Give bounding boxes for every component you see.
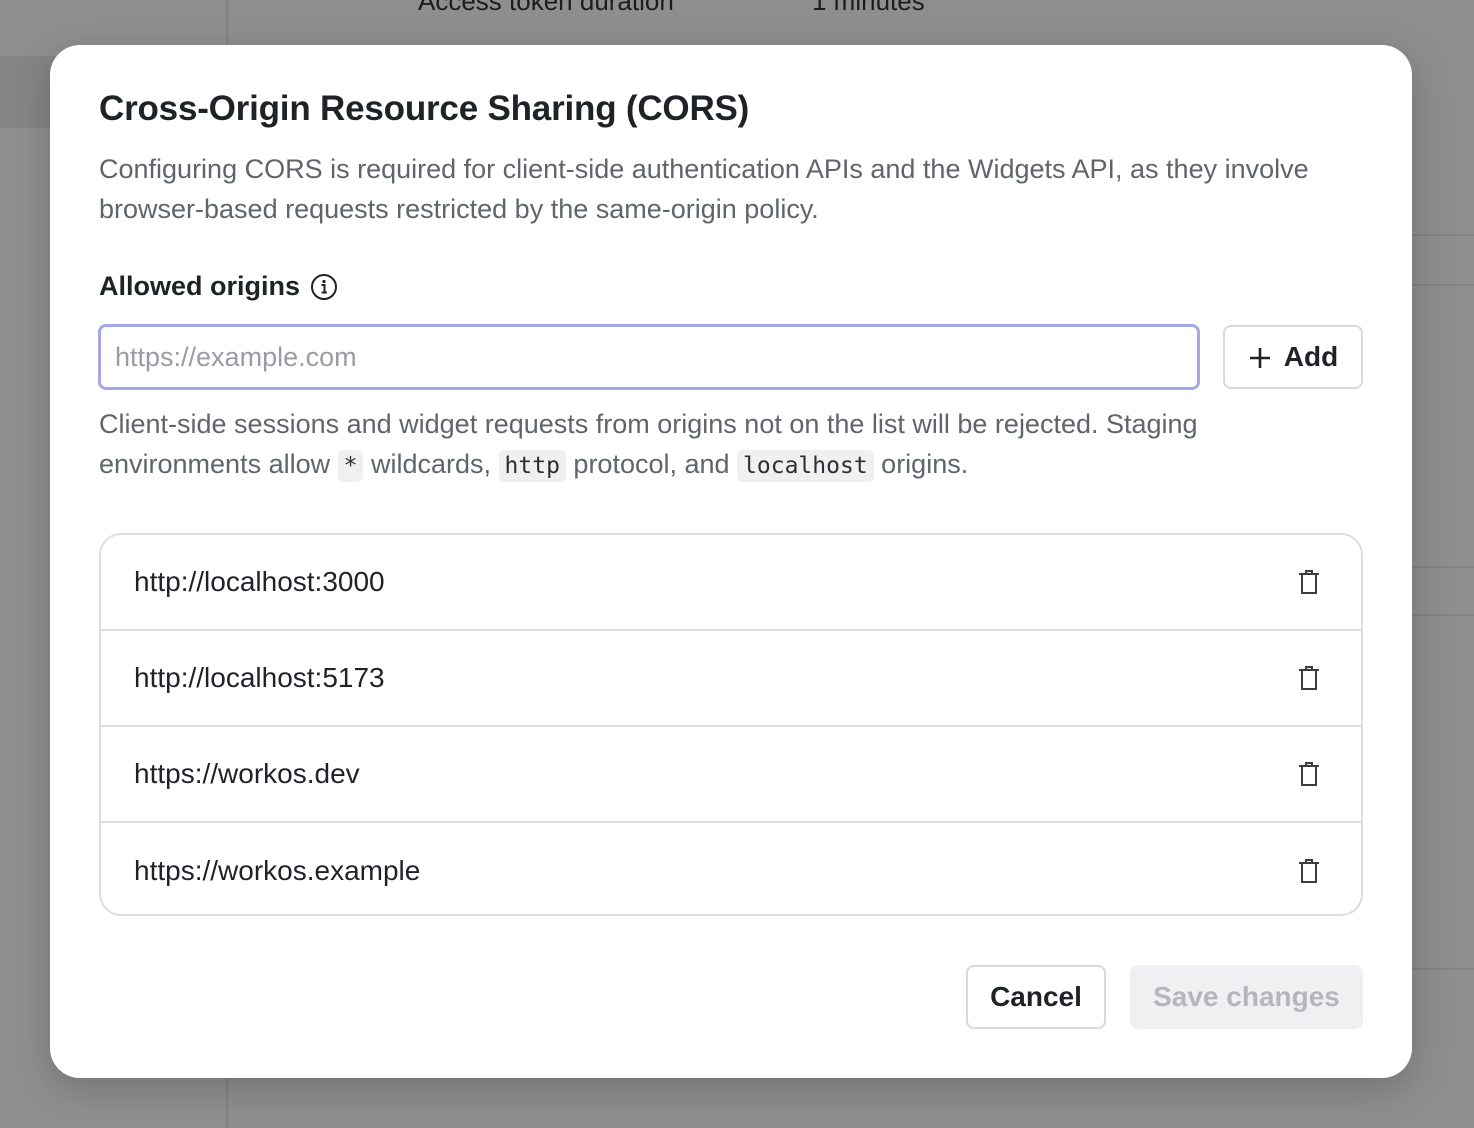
origin-list-item: https://workos.example: [101, 823, 1361, 914]
save-changes-button[interactable]: Save changes: [1130, 965, 1363, 1029]
cors-dialog: Cross-Origin Resource Sharing (CORS) Con…: [50, 45, 1412, 1078]
origin-list-item: http://localhost:3000: [101, 535, 1361, 631]
delete-origin-button[interactable]: [1289, 658, 1329, 698]
plus-icon: [1248, 345, 1272, 369]
origin-url: https://workos.example: [134, 855, 421, 886]
help-code-http: http: [498, 450, 566, 482]
origins-help-text: Client-side sessions and widget requests…: [99, 404, 1349, 486]
add-button-label: Add: [1283, 341, 1339, 372]
origin-url: http://localhost:5173: [134, 662, 385, 693]
origin-list-item: https://workos.dev: [101, 727, 1361, 823]
info-circle-icon[interactable]: [310, 273, 338, 301]
allowed-origins-header: Allowed origins: [99, 271, 338, 302]
delete-origin-button[interactable]: [1289, 851, 1329, 891]
help-code-localhost: localhost: [737, 450, 874, 482]
origin-list-item: http://localhost:5173: [101, 631, 1361, 727]
trash-icon: [1299, 859, 1319, 883]
trash-icon: [1299, 666, 1319, 690]
cancel-button[interactable]: Cancel: [966, 965, 1106, 1029]
allowed-origins-label: Allowed origins: [99, 271, 301, 301]
dialog-description: Configuring CORS is required for client-…: [99, 154, 1309, 224]
trash-icon: [1299, 570, 1319, 594]
origin-input[interactable]: [98, 324, 1200, 390]
help-code-wildcard: *: [337, 450, 364, 482]
add-origin-button[interactable]: Add: [1223, 325, 1363, 389]
origin-list: http://localhost:3000 http://localhost:5…: [99, 533, 1363, 916]
delete-origin-button[interactable]: [1289, 754, 1329, 794]
origin-url: http://localhost:3000: [134, 566, 385, 597]
trash-icon: [1299, 762, 1319, 786]
delete-origin-button[interactable]: [1289, 562, 1329, 602]
origin-url: https://workos.dev: [134, 758, 360, 789]
dialog-title: Cross-Origin Resource Sharing (CORS): [99, 89, 750, 128]
help-text-part: protocol, and: [565, 449, 738, 479]
help-text-part: wildcards,: [363, 449, 499, 479]
help-text-part: origins.: [873, 449, 969, 479]
